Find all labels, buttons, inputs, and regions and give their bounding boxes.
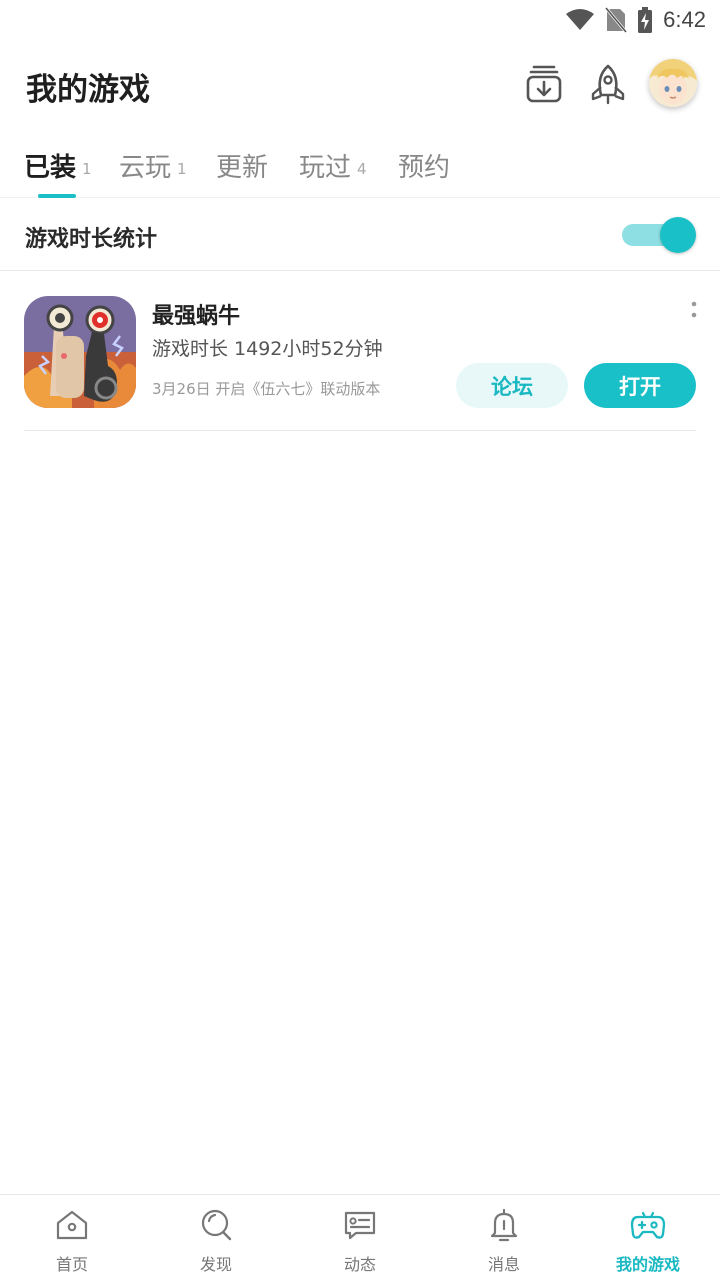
tab-label: 玩过 [299,153,352,183]
rocket-icon [591,64,625,105]
status-time: 6:42 [663,7,706,32]
game-list-item[interactable]: 最强蜗牛 游戏时长 1492小时52分钟 3月26日 开启《伍六七》联动版本 论… [0,272,720,432]
tab-count: 1 [177,160,187,178]
nav-item-messages[interactable]: 消息 [432,1195,576,1280]
open-game-button[interactable]: 打开 [584,363,696,408]
rocket-button[interactable] [586,60,630,108]
download-manager-button[interactable] [522,60,566,108]
wifi-icon [566,9,595,30]
no-sim-icon [605,7,628,33]
toggle-knob [660,217,696,253]
forum-button[interactable]: 论坛 [456,363,568,408]
avatar[interactable] [649,59,697,107]
avatar-image [649,59,697,107]
tab-label: 更新 [216,153,269,183]
nav-label: 我的游戏 [615,1255,680,1274]
tab-played[interactable]: 玩过 4 [299,144,367,184]
tab-count: 1 [82,160,92,178]
snail-game-icon[interactable] [24,296,136,408]
page-title: 我的游戏 [26,72,150,108]
active-tab-indicator [38,194,76,198]
nav-label: 消息 [487,1255,520,1274]
more-vertical-icon [691,301,697,318]
nav-item-discover[interactable]: 发现 [144,1195,288,1280]
tab-bar: 已装 1 云玩 1 更新 玩过 4 预约 [0,130,720,198]
more-options-button[interactable] [684,300,704,324]
nav-label: 首页 [55,1255,88,1274]
tab-updates[interactable]: 更新 [216,144,268,184]
tab-label: 已装 [24,153,77,183]
battery-charging-icon [638,7,653,33]
status-icons: 6:42 [565,6,706,34]
tab-label: 云玩 [119,153,172,183]
tab-reserved[interactable]: 预约 [398,144,450,184]
nav-item-home[interactable]: 首页 [0,1195,144,1280]
bell-icon [490,1208,518,1242]
tab-installed[interactable]: 已装 1 [24,144,92,184]
gamepad-icon [630,1211,666,1239]
tab-cloud-play[interactable]: 云玩 1 [119,144,187,184]
nav-item-my-games[interactable]: 我的游戏 [576,1195,720,1280]
playtime-stats-label: 游戏时长统计 [25,227,158,252]
playtime-stats-row: 游戏时长统计 [0,199,720,271]
divider [24,430,696,431]
nav-label: 动态 [343,1255,376,1274]
nav-label: 发现 [199,1255,232,1274]
home-icon [56,1210,88,1240]
discover-icon [201,1209,232,1241]
game-icon-art [24,296,136,408]
game-news: 3月26日 开启《伍六七》联动版本 [152,380,381,398]
playtime-stats-toggle[interactable] [622,217,696,253]
feed-icon [344,1211,376,1240]
app-header: 我的游戏 [0,40,720,130]
nav-item-feed[interactable]: 动态 [288,1195,432,1280]
download-manager-icon [526,65,562,103]
game-playtime: 游戏时长 1492小时52分钟 [152,338,383,360]
game-name: 最强蜗牛 [152,304,241,329]
status-bar: 6:42 [0,0,720,40]
tab-count: 4 [357,160,367,178]
tab-label: 预约 [398,153,451,183]
bottom-nav: 首页 发现 动态 消息 我的游戏 [0,1194,720,1280]
